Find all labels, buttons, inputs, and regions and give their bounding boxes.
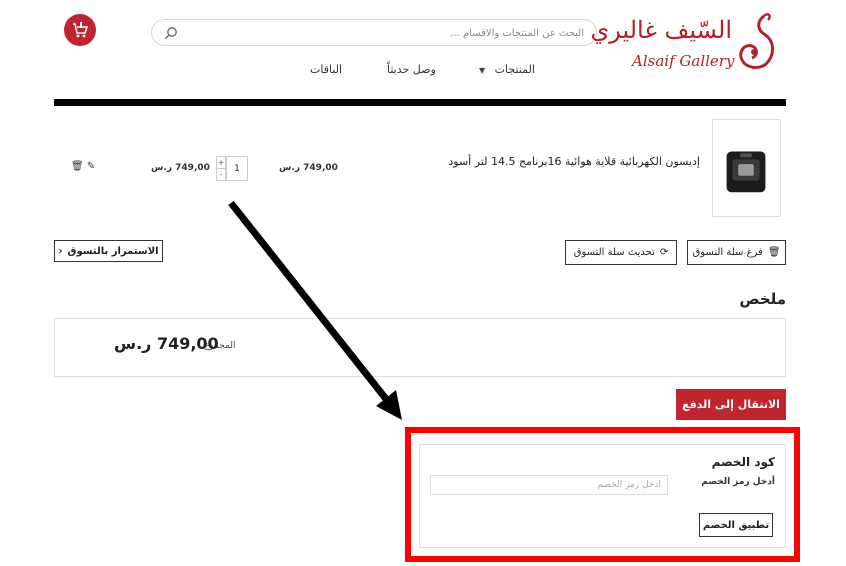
refresh-icon: ⟳ (659, 247, 669, 258)
site-logo[interactable]: السّيف غاليري Alsaif Gallery (590, 10, 780, 74)
coupon-code-input[interactable] (430, 475, 668, 495)
update-cart-button[interactable]: ⟳ تحديث سلة التسوق (565, 240, 677, 265)
coupon-label: أدخل رمز الخصم (701, 477, 775, 487)
nav-item-new-arrivals-label: وصل حديثاً (387, 63, 436, 76)
coupon-title: كود الخصم (711, 455, 775, 469)
nav-item-bundles[interactable]: الباقات (310, 63, 342, 76)
product-name-link[interactable]: إديسون الكهربائية قلاية هوائية 16برنامج … (448, 155, 700, 168)
nav-item-new-arrivals[interactable]: وصل حديثاً (387, 63, 436, 76)
row-actions: 🗑 ✎ (71, 161, 95, 172)
quantity-increase-button[interactable]: + (217, 157, 225, 168)
chevron-down-icon: ▼ (479, 66, 486, 75)
chevron-left-icon: ‹ (58, 245, 63, 257)
air-fryer-image (726, 151, 766, 193)
continue-shopping-label: الاستمرار بالتسوق (67, 245, 159, 257)
search-input[interactable] (186, 24, 584, 42)
unit-price: 749,00 ر.س (279, 163, 338, 173)
summary-title: ملخص (739, 290, 786, 308)
trash-icon[interactable]: 🗑 (71, 161, 84, 172)
logo-english-text: Alsaif Gallery (632, 52, 735, 70)
header-divider (54, 99, 786, 106)
update-cart-label: تحديث سلة التسوق (573, 247, 655, 258)
nav-item-bundles-label: الباقات (310, 63, 343, 76)
logo-arabic-text: السّيف غاليري (590, 16, 732, 44)
product-thumbnail[interactable] (712, 119, 781, 217)
continue-shopping-button[interactable]: الاستمرار بالتسوق ‹ (54, 240, 163, 262)
arrow-head-icon (376, 390, 402, 420)
checkout-button[interactable]: الانتقال إلى الدفع (676, 389, 786, 420)
nav-item-products-label: المنتجات (494, 63, 535, 76)
empty-cart-button[interactable]: 🗑 فرغ سلة التسوق (687, 240, 786, 265)
search-icon[interactable] (164, 26, 178, 40)
search-bar (151, 19, 597, 46)
quantity-decrease-button[interactable]: - (217, 168, 225, 180)
nav-item-products[interactable]: ▼ المنتجات (475, 63, 535, 76)
quantity-input[interactable]: 1 (226, 156, 248, 181)
empty-cart-label: فرغ سلة التسوق (692, 247, 763, 258)
cart-button[interactable] (64, 14, 96, 46)
quantity-stepper: + - (216, 156, 226, 181)
apply-coupon-button[interactable]: تطبيق الخصم (699, 513, 773, 537)
line-total: 749,00 ر.س (151, 163, 210, 173)
logo-emblem-icon (739, 13, 774, 69)
total-value: 749,00 ر.س (114, 334, 219, 353)
trash-icon: 🗑 (767, 247, 781, 258)
edit-icon[interactable]: ✎ (87, 161, 95, 172)
cart-icon (73, 22, 89, 38)
